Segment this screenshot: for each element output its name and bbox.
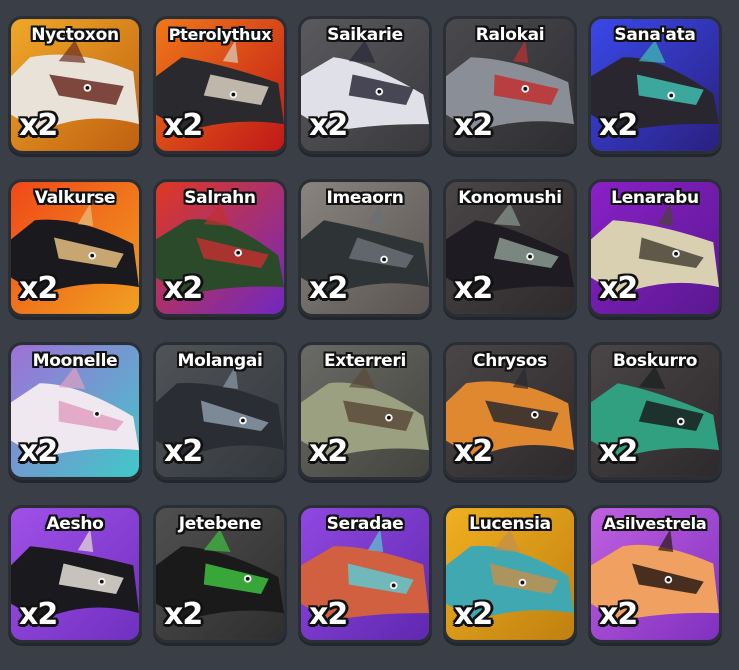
creature-name: Lucensia <box>469 514 551 534</box>
creature-card-chrysos[interactable]: Chrysos x2 <box>443 342 577 480</box>
creature-count: x2 <box>309 434 348 469</box>
creature-name: Seradae <box>326 514 404 534</box>
creature-count: x2 <box>164 597 203 632</box>
creature-name: Aesho <box>46 514 104 534</box>
creature-name: Jetebene <box>178 514 262 534</box>
creature-count: x2 <box>164 434 203 469</box>
creature-count: x2 <box>164 271 203 306</box>
creature-card-saikarie[interactable]: Saikarie x2 <box>298 16 432 154</box>
creature-card-valkurse[interactable]: Valkurse x2 <box>8 179 142 317</box>
creature-count: x2 <box>309 108 348 143</box>
creature-card-molangai[interactable]: Molangai x2 <box>153 342 287 480</box>
creature-count: x2 <box>454 108 493 143</box>
creature-card-moonelle[interactable]: Moonelle x2 <box>8 342 142 480</box>
creature-card-imeaorn[interactable]: Imeaorn x2 <box>298 179 432 317</box>
creature-name: Chrysos <box>473 351 547 371</box>
creature-card-ralokai[interactable]: Ralokai x2 <box>443 16 577 154</box>
creature-count: x2 <box>454 271 493 306</box>
creature-name: Molangai <box>177 351 263 371</box>
creature-count: x2 <box>599 108 638 143</box>
creature-count: x2 <box>164 108 203 143</box>
creature-name: Moonelle <box>32 351 118 371</box>
creature-name: Boskurro <box>612 351 698 371</box>
creature-name: Exterreri <box>323 351 407 371</box>
creature-count: x2 <box>599 271 638 306</box>
creature-name: Lenarabu <box>611 188 699 208</box>
creature-name: Sana'ata <box>614 25 696 45</box>
creature-count: x2 <box>309 271 348 306</box>
creature-name: Asilvestrela <box>603 514 707 533</box>
creature-count: x2 <box>309 597 348 632</box>
creature-card-pterolythux[interactable]: Pterolythux x2 <box>153 16 287 154</box>
creature-card-sana-ata[interactable]: Sana'ata x2 <box>588 16 722 154</box>
creature-count: x2 <box>19 434 58 469</box>
creature-card-jetebene[interactable]: Jetebene x2 <box>153 505 287 643</box>
creature-card-boskurro[interactable]: Boskurro x2 <box>588 342 722 480</box>
creature-card-salrahn[interactable]: Salrahn x2 <box>153 179 287 317</box>
creature-name: Imeaorn <box>326 188 404 208</box>
creature-card-lenarabu[interactable]: Lenarabu x2 <box>588 179 722 317</box>
creature-count: x2 <box>19 108 58 143</box>
creature-name: Konomushi <box>458 188 562 208</box>
creature-name: Valkurse <box>34 188 116 208</box>
creature-card-seradae[interactable]: Seradae x2 <box>298 505 432 643</box>
creature-count: x2 <box>599 434 638 469</box>
creature-name: Salrahn <box>184 188 256 208</box>
creature-card-aesho[interactable]: Aesho x2 <box>8 505 142 643</box>
creature-card-nyctoxon[interactable]: Nyctoxon x2 <box>8 16 142 154</box>
creature-count: x2 <box>19 597 58 632</box>
creature-name: Nyctoxon <box>31 25 119 45</box>
creature-inventory-grid: Nyctoxon x2 Pterolythux x2 Saikarie x2 Ralokai… <box>8 16 732 666</box>
creature-card-asilvestrela[interactable]: Asilvestrela x2 <box>588 505 722 643</box>
creature-name: Ralokai <box>475 25 545 45</box>
creature-name: Pterolythux <box>168 25 272 44</box>
creature-card-exterreri[interactable]: Exterreri x2 <box>298 342 432 480</box>
creature-card-lucensia[interactable]: Lucensia x2 <box>443 505 577 643</box>
creature-count: x2 <box>599 597 638 632</box>
creature-count: x2 <box>454 434 493 469</box>
creature-count: x2 <box>19 271 58 306</box>
creature-name: Saikarie <box>327 25 403 45</box>
creature-card-konomushi[interactable]: Konomushi x2 <box>443 179 577 317</box>
creature-count: x2 <box>454 597 493 632</box>
